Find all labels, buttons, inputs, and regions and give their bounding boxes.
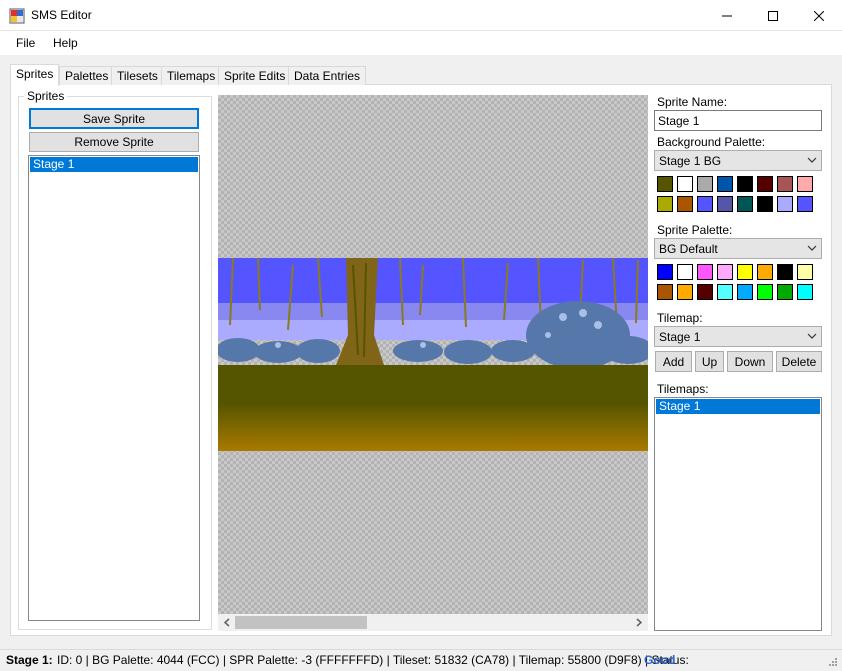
scroll-thumb[interactable] xyxy=(235,616,367,629)
status-details: ID: 0 | BG Palette: 4044 (FCC) | SPR Pal… xyxy=(57,653,689,667)
sprite-palette-value: BG Default xyxy=(659,242,718,256)
tab-palettes[interactable]: Palettes xyxy=(59,66,115,85)
bg-color-swatch-12[interactable] xyxy=(737,196,753,212)
sprite-color-swatch-1[interactable] xyxy=(677,264,693,280)
bg-color-swatch-5[interactable] xyxy=(757,176,773,192)
bg-color-swatch-9[interactable] xyxy=(677,196,693,212)
stage-preview-image xyxy=(218,257,648,451)
move-down-button[interactable]: Down xyxy=(727,351,773,372)
list-item[interactable]: Stage 1 xyxy=(656,399,820,414)
sprite-color-swatch-12[interactable] xyxy=(737,284,753,300)
close-button[interactable] xyxy=(796,0,842,31)
bg-color-swatch-8[interactable] xyxy=(657,196,673,212)
add-tilemap-button[interactable]: Add xyxy=(655,351,692,372)
sprite-palette-label: Sprite Palette: xyxy=(657,223,733,237)
chevron-down-icon xyxy=(807,157,817,163)
bg-color-swatch-7[interactable] xyxy=(797,176,813,192)
minimize-icon xyxy=(722,15,732,16)
minimize-button[interactable] xyxy=(704,0,750,31)
tab-sprite-edits[interactable]: Sprite Edits xyxy=(218,66,292,85)
chevron-down-icon xyxy=(807,333,817,339)
tilemap-label: Tilemap: xyxy=(657,311,703,325)
sprite-color-swatch-10[interactable] xyxy=(697,284,713,300)
tilemap-value: Stage 1 xyxy=(659,330,701,344)
bg-palette-label: Background Palette: xyxy=(657,135,766,149)
scroll-right-icon[interactable] xyxy=(632,614,646,631)
tab-data-entries[interactable]: Data Entries xyxy=(288,66,367,85)
sprite-color-swatch-4[interactable] xyxy=(737,264,753,280)
close-icon xyxy=(814,10,824,21)
bg-palette-value: Stage 1 BG xyxy=(659,154,722,168)
sprite-color-swatch-11[interactable] xyxy=(717,284,733,300)
tilemaps-list[interactable]: Stage 1 xyxy=(654,397,822,631)
bg-color-swatch-14[interactable] xyxy=(777,196,793,212)
remove-sprite-button[interactable]: Remove Sprite xyxy=(29,132,199,152)
bg-color-swatch-6[interactable] xyxy=(777,176,793,192)
sprite-color-swatch-7[interactable] xyxy=(797,264,813,280)
save-sprite-button[interactable]: Save Sprite xyxy=(29,108,199,129)
bg-palette-select[interactable]: Stage 1 BG xyxy=(654,150,822,171)
bg-color-swatch-1[interactable] xyxy=(677,176,693,192)
sprites-group-title: Sprites xyxy=(24,89,68,103)
tab-sprites[interactable]: Sprites xyxy=(10,64,60,86)
tilemaps-label: Tilemaps: xyxy=(657,382,709,396)
scroll-left-icon[interactable] xyxy=(220,614,234,631)
menu-file[interactable]: File xyxy=(16,36,35,50)
app-icon xyxy=(9,8,25,24)
bg-color-swatch-4[interactable] xyxy=(737,176,753,192)
bg-color-swatch-2[interactable] xyxy=(697,176,713,192)
sprite-palette-select[interactable]: BG Default xyxy=(654,238,822,259)
bg-color-swatch-0[interactable] xyxy=(657,176,673,192)
tab-tilemaps[interactable]: Tilemaps xyxy=(161,66,222,85)
sprites-list[interactable]: Stage 1 xyxy=(28,155,200,621)
title-bar: SMS Editor xyxy=(0,0,842,31)
bg-color-swatch-11[interactable] xyxy=(717,196,733,212)
sprite-color-swatch-15[interactable] xyxy=(797,284,813,300)
menu-bar: File Help xyxy=(0,31,842,55)
list-item[interactable]: Stage 1 xyxy=(30,157,198,172)
sprite-color-swatch-0[interactable] xyxy=(657,264,673,280)
sprite-color-swatch-14[interactable] xyxy=(777,284,793,300)
resize-grip-icon[interactable] xyxy=(826,657,838,669)
sprite-name-input[interactable]: Stage 1 xyxy=(654,110,822,131)
bg-color-swatch-15[interactable] xyxy=(797,196,813,212)
tilemap-select[interactable]: Stage 1 xyxy=(654,326,822,347)
sprite-preview-canvas[interactable] xyxy=(218,95,648,614)
bg-color-swatch-13[interactable] xyxy=(757,196,773,212)
maximize-button[interactable] xyxy=(750,0,796,31)
status-sprite-name: Stage 1: xyxy=(6,653,53,667)
chevron-down-icon xyxy=(807,245,817,251)
bg-color-swatch-10[interactable] xyxy=(697,196,713,212)
canvas-hscrollbar[interactable] xyxy=(218,614,648,631)
sprite-name-label: Sprite Name: xyxy=(657,95,728,109)
sprite-color-swatch-9[interactable] xyxy=(677,284,693,300)
menu-help[interactable]: Help xyxy=(53,36,78,50)
move-up-button[interactable]: Up xyxy=(695,351,724,372)
sprite-color-swatch-2[interactable] xyxy=(697,264,713,280)
sprite-color-swatch-6[interactable] xyxy=(777,264,793,280)
bg-color-swatch-3[interactable] xyxy=(717,176,733,192)
sprite-color-swatch-13[interactable] xyxy=(757,284,773,300)
delete-tilemap-button[interactable]: Delete xyxy=(776,351,822,372)
maximize-icon xyxy=(768,10,778,21)
status-state: Good xyxy=(644,653,676,667)
status-bar: Stage 1: ID: 0 | BG Palette: 4044 (FCC) … xyxy=(0,649,842,671)
sprite-color-swatch-8[interactable] xyxy=(657,284,673,300)
sprite-color-swatch-5[interactable] xyxy=(757,264,773,280)
sprite-color-swatch-3[interactable] xyxy=(717,264,733,280)
window-title: SMS Editor xyxy=(31,8,92,22)
tab-tilesets[interactable]: Tilesets xyxy=(111,66,164,85)
